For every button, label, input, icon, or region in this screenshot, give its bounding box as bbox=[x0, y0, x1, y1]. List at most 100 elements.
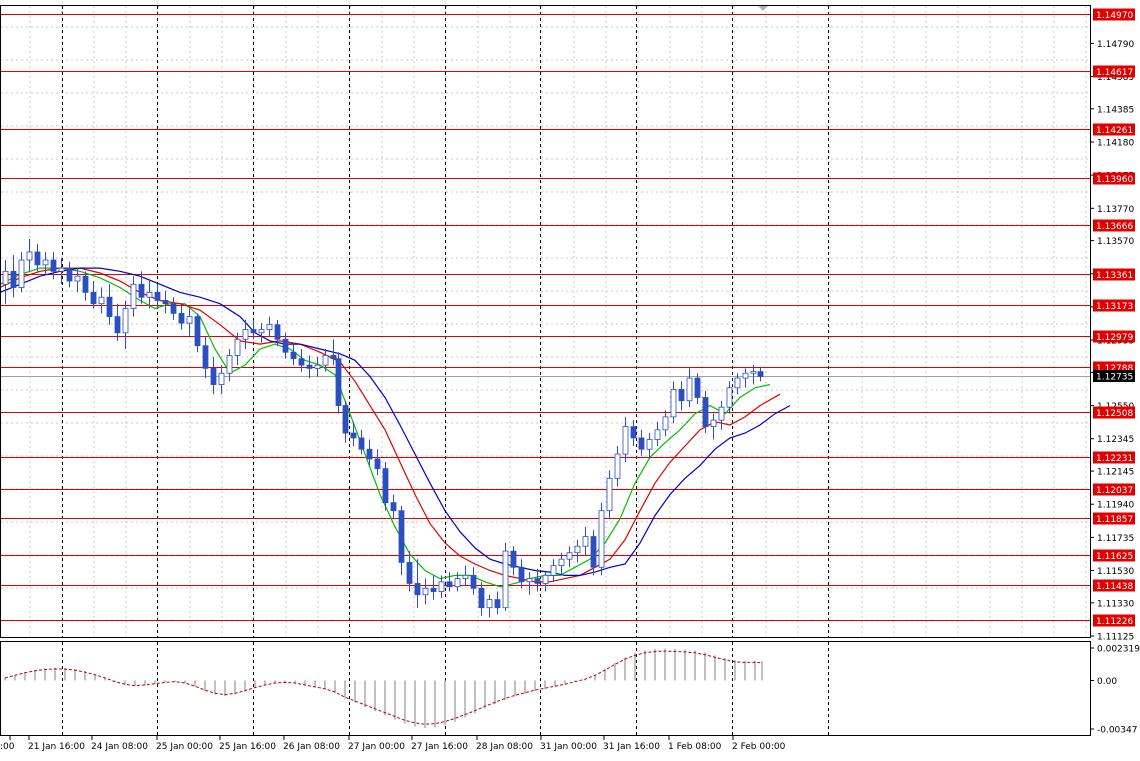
price-tick-label: 1.12345 bbox=[1097, 435, 1134, 445]
candle-body bbox=[2, 270, 9, 285]
candle-body bbox=[98, 296, 105, 305]
time-tick-label: 31 Jan 00:00 bbox=[540, 742, 597, 752]
oscillator-bar bbox=[734, 660, 736, 681]
candle-body bbox=[202, 345, 209, 369]
candle-body bbox=[10, 270, 17, 288]
oscillator-bar bbox=[614, 662, 616, 681]
oscillator-bar bbox=[714, 655, 716, 681]
price-tick-label: 1.14385 bbox=[1097, 105, 1134, 115]
candle-body bbox=[710, 419, 717, 427]
price-chart[interactable]: 1.147901.145851.143851.141801.139751.137… bbox=[0, 0, 1140, 757]
price-tick-label: 1.11330 bbox=[1097, 599, 1134, 609]
chart-window[interactable]: 1.147901.145851.143851.141801.139751.137… bbox=[0, 0, 1140, 757]
candle-body bbox=[606, 477, 613, 512]
level-label: 1.12508 bbox=[1096, 409, 1133, 419]
oscillator-bar bbox=[54, 667, 56, 681]
time-tick-label: 2 Feb 00:00 bbox=[732, 742, 786, 752]
oscillator-tick-label: -0.00347 bbox=[1097, 726, 1137, 736]
candle-body bbox=[702, 397, 709, 427]
candle-body bbox=[154, 291, 161, 301]
candle-body bbox=[34, 251, 41, 266]
price-tick-label: 1.11530 bbox=[1097, 567, 1134, 577]
candle-body bbox=[518, 566, 525, 583]
candle-body bbox=[678, 388, 685, 402]
price-tick-label: 1.12145 bbox=[1097, 468, 1134, 478]
candle-body bbox=[146, 291, 153, 298]
oscillator-bar bbox=[364, 680, 366, 708]
candle-body bbox=[726, 387, 733, 408]
candle-body bbox=[74, 275, 81, 282]
oscillator-bar bbox=[654, 648, 656, 681]
time-tick-label: 21 Jan 16:00 bbox=[28, 742, 85, 752]
candle-body bbox=[26, 251, 33, 261]
candle-body bbox=[390, 502, 397, 512]
price-tick-label: 1.11125 bbox=[1097, 633, 1134, 643]
candle-body bbox=[694, 377, 701, 398]
oscillator-bar bbox=[64, 668, 66, 681]
candle-body bbox=[638, 437, 645, 450]
level-label: 1.13173 bbox=[1096, 302, 1133, 312]
oscillator-bar bbox=[644, 650, 646, 681]
level-label: 1.12037 bbox=[1096, 486, 1133, 496]
candle-body bbox=[314, 364, 321, 369]
oscillator-bar bbox=[44, 668, 46, 681]
candle-body bbox=[574, 545, 581, 554]
candle-body bbox=[494, 599, 501, 609]
candle-body bbox=[646, 439, 653, 450]
candle-body bbox=[350, 432, 357, 439]
level-label: 1.13361 bbox=[1096, 271, 1133, 281]
oscillator-bar bbox=[514, 680, 516, 697]
time-tick-label: 31 Jan 16:00 bbox=[603, 742, 660, 752]
candle-body bbox=[18, 259, 25, 288]
candle-body bbox=[454, 578, 461, 588]
candle-body bbox=[718, 406, 725, 421]
oscillator-bar bbox=[394, 680, 396, 720]
candle-body bbox=[502, 550, 509, 609]
candle-body bbox=[122, 308, 129, 334]
oscillator-bar bbox=[224, 680, 226, 696]
oscillator-bar bbox=[754, 660, 756, 681]
oscillator-bar bbox=[354, 680, 356, 703]
candle-body bbox=[130, 283, 137, 309]
oscillator-tick-label: 0.00 bbox=[1097, 677, 1117, 687]
candle-body bbox=[742, 372, 749, 379]
candle-body bbox=[422, 587, 429, 596]
oscillator-bar bbox=[504, 680, 506, 701]
candle-body bbox=[114, 316, 121, 334]
oscillator-bar bbox=[424, 680, 426, 729]
candle-body bbox=[162, 300, 169, 305]
candle-body bbox=[274, 324, 281, 340]
price-tick-label: 1.14790 bbox=[1097, 40, 1134, 50]
oscillator-bar bbox=[474, 680, 476, 714]
candle-body bbox=[66, 267, 73, 282]
price-tick-label: 1.11940 bbox=[1097, 501, 1134, 511]
candle-body bbox=[614, 453, 621, 479]
oscillator-bar bbox=[414, 680, 416, 727]
candle-body bbox=[462, 574, 469, 579]
oscillator-bar bbox=[384, 680, 386, 716]
oscillator-bar bbox=[434, 680, 436, 728]
candle-body bbox=[186, 316, 193, 324]
time-tick-label: 24 Jan 08:00 bbox=[91, 742, 148, 752]
time-tick-label: 27 Jan 16:00 bbox=[411, 742, 468, 752]
candle-body bbox=[414, 583, 421, 596]
time-tick-label: 27 Jan 00:00 bbox=[348, 742, 405, 752]
oscillator-bar bbox=[524, 680, 526, 694]
oscillator-bar bbox=[634, 653, 636, 681]
candle-body bbox=[630, 426, 637, 439]
candle-body bbox=[734, 377, 741, 389]
candle-body bbox=[282, 338, 289, 353]
candle-body bbox=[582, 536, 589, 547]
oscillator-bar bbox=[444, 680, 446, 726]
oscillator-bar bbox=[724, 658, 726, 681]
candle-body bbox=[686, 377, 693, 402]
candle-body bbox=[526, 578, 533, 583]
oscillator-bar bbox=[234, 680, 236, 695]
candle-body bbox=[290, 351, 297, 360]
candle-body bbox=[342, 405, 349, 434]
candle-body bbox=[438, 581, 445, 592]
oscillator-bar bbox=[484, 680, 486, 709]
price-tick-label: 1.11735 bbox=[1097, 534, 1134, 544]
oscillator-bar bbox=[694, 650, 696, 681]
candle-body bbox=[335, 358, 342, 406]
